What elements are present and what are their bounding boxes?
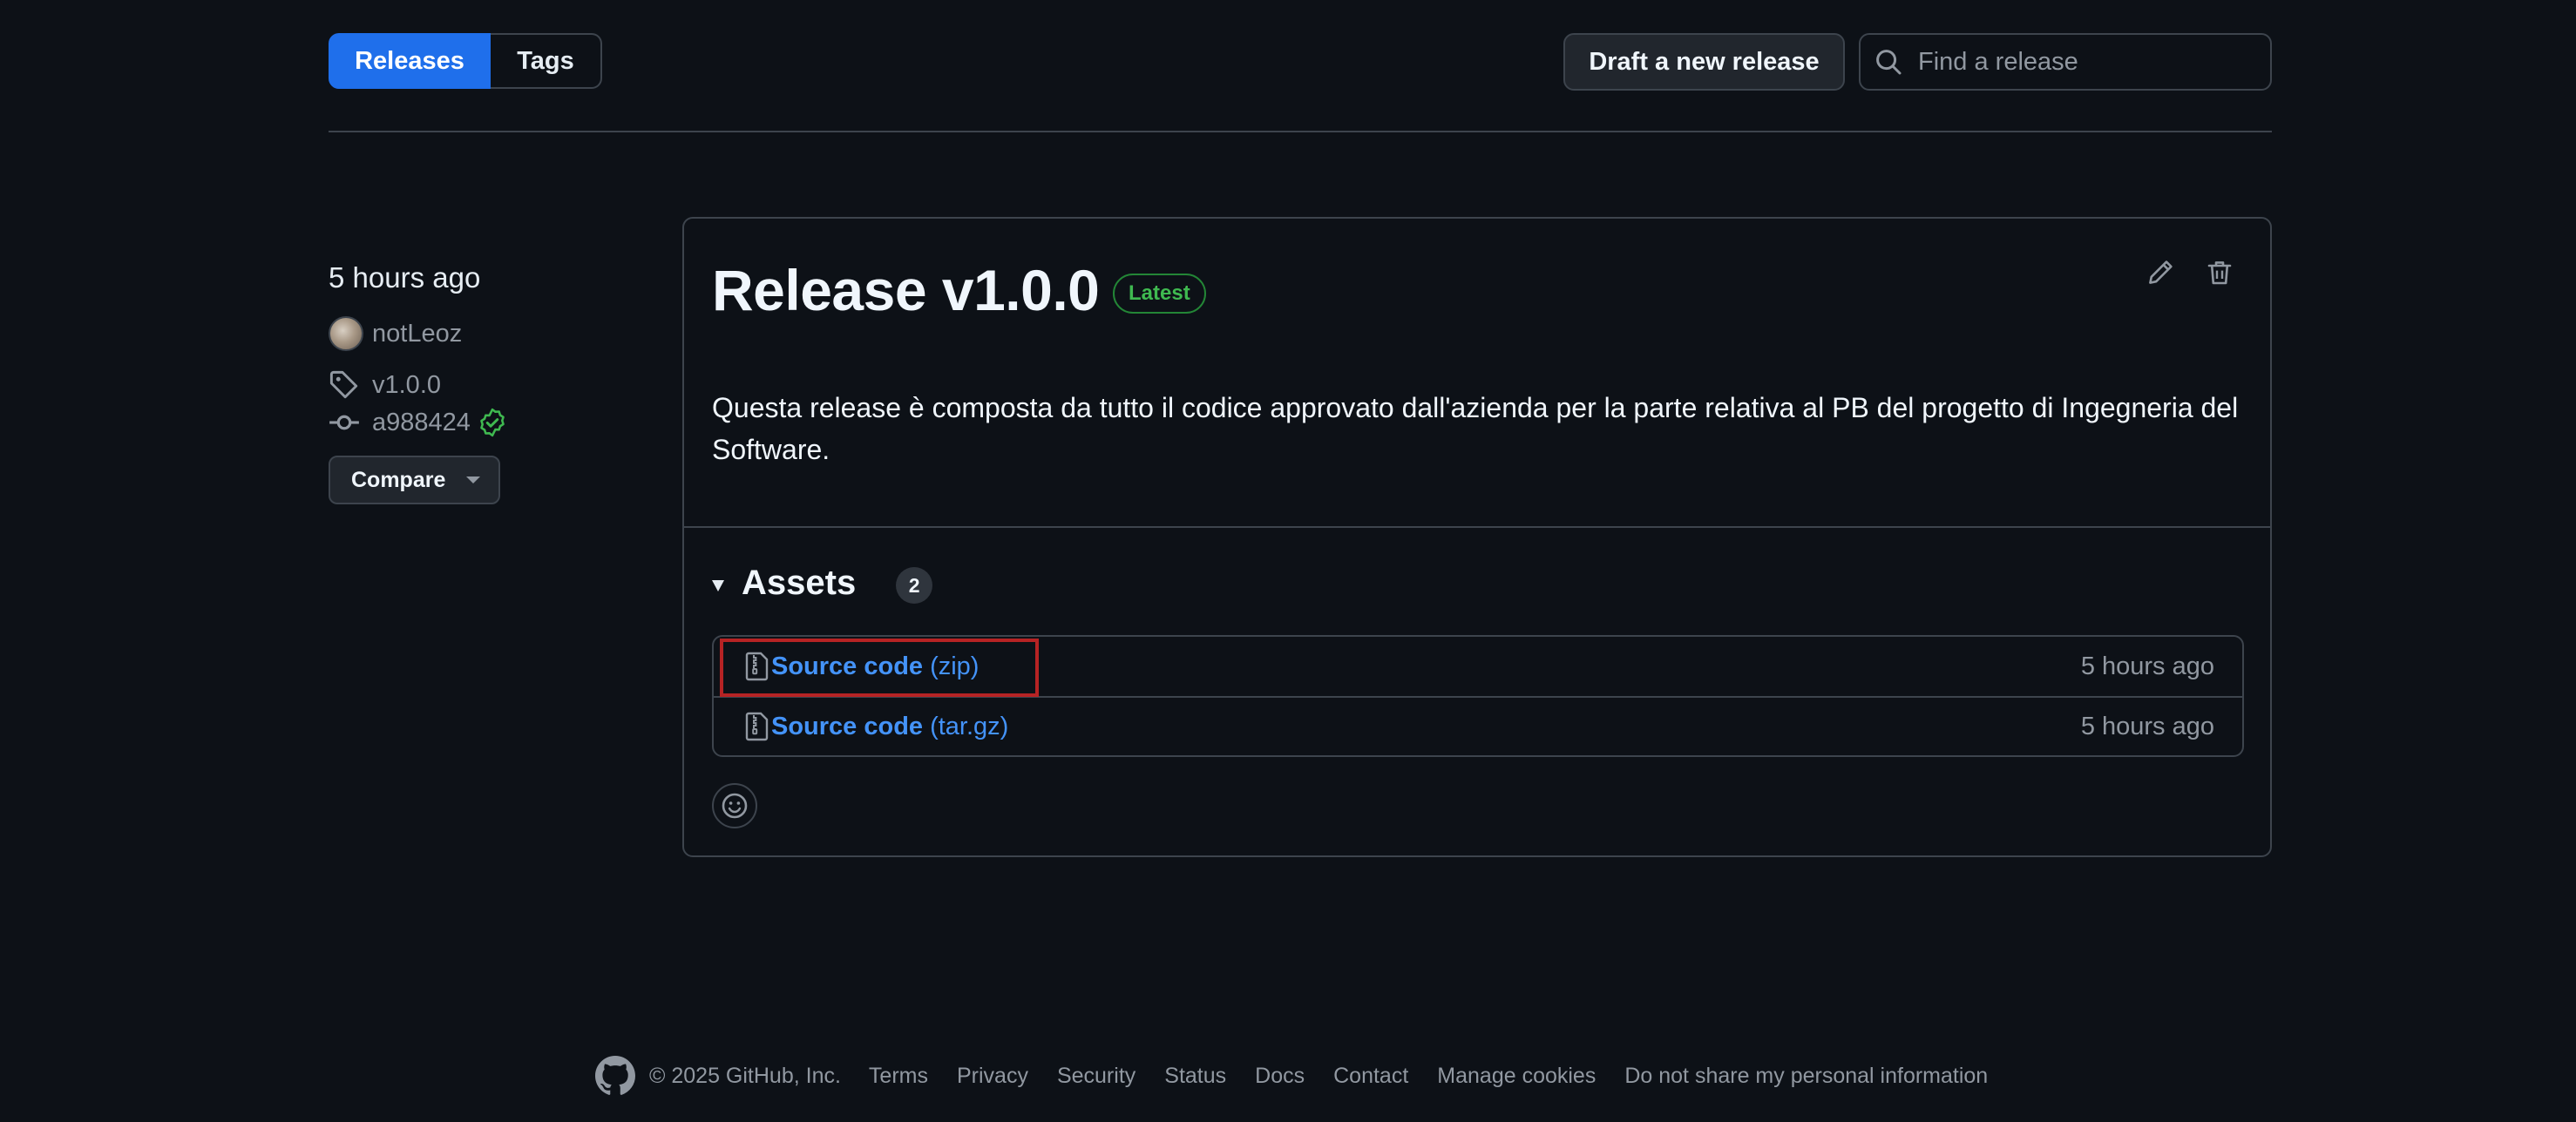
source-code-targz-link[interactable]: Source code (tar.gz) <box>745 712 1008 741</box>
footer-link-terms[interactable]: Terms <box>869 1064 928 1089</box>
source-code-zip-link[interactable]: Source code (zip) <box>745 652 979 681</box>
assets-title: Assets <box>742 563 857 602</box>
smiley-icon <box>722 793 748 819</box>
delete-release-button[interactable] <box>2199 252 2240 294</box>
footer-link-manage-cookies[interactable]: Manage cookies <box>1437 1064 1596 1089</box>
asset-ext: (zip) <box>930 652 980 680</box>
footer-link-status[interactable]: Status <box>1164 1064 1226 1089</box>
commit-icon <box>329 415 359 430</box>
latest-badge: Latest <box>1113 274 1206 314</box>
commit-sha[interactable]: a988424 <box>372 409 471 437</box>
page-footer: © 2025 GitHub, Inc. Terms Privacy Securi… <box>595 1054 2017 1098</box>
footer-link-docs[interactable]: Docs <box>1255 1064 1305 1089</box>
asset-ext: (tar.gz) <box>930 712 1009 740</box>
triangle-down-icon <box>712 579 724 591</box>
list-item: Source code (zip) 5 hours ago <box>714 637 2242 696</box>
release-commit[interactable]: a988424 <box>329 407 507 438</box>
asset-time: 5 hours ago <box>2080 712 2214 740</box>
tab-releases[interactable]: Releases <box>329 33 491 89</box>
tab-tags[interactable]: Tags <box>491 33 602 89</box>
footer-link-security[interactable]: Security <box>1057 1064 1135 1089</box>
file-zip-icon <box>745 712 769 741</box>
release-search[interactable] <box>1859 33 2272 91</box>
chevron-down-icon <box>466 477 481 483</box>
compare-label: Compare <box>351 467 446 492</box>
asset-time: 5 hours ago <box>2080 652 2214 680</box>
release-card: Release v1.0.0 Latest Questa release è c… <box>682 217 2272 857</box>
release-author[interactable]: notLeoz <box>329 316 462 351</box>
avatar <box>329 316 363 351</box>
assets-summary-toggle[interactable]: Assets 2 <box>712 562 933 604</box>
release-description: Questa release è composta da tutto il co… <box>712 392 2239 465</box>
card-divider <box>684 526 2270 528</box>
edit-release-button[interactable] <box>2139 252 2181 294</box>
footer-link-privacy[interactable]: Privacy <box>957 1064 1028 1089</box>
verified-check-icon[interactable] <box>478 408 507 437</box>
trash-icon <box>2207 261 2232 285</box>
asset-name: Source code <box>771 712 924 740</box>
assets-count-badge: 2 <box>896 567 933 604</box>
github-logo-icon[interactable] <box>595 1056 635 1096</box>
release-published-time[interactable]: 5 hours ago <box>329 261 480 294</box>
draft-new-release-button[interactable]: Draft a new release <box>1563 33 1845 91</box>
asset-name: Source code <box>771 652 924 680</box>
tag-name[interactable]: v1.0.0 <box>372 371 441 400</box>
add-reaction-button[interactable] <box>712 783 757 828</box>
pencil-icon <box>2149 260 2173 284</box>
header-divider <box>329 131 2272 132</box>
compare-dropdown-button[interactable]: Compare <box>329 456 500 504</box>
footer-link-do-not-share[interactable]: Do not share my personal information <box>1624 1064 1988 1089</box>
tag-icon <box>329 370 358 399</box>
copyright: © 2025 GitHub, Inc. <box>649 1063 841 1088</box>
search-icon <box>1876 50 1901 75</box>
release-title[interactable]: Release v1.0.0 <box>712 257 1100 323</box>
search-input[interactable] <box>1918 47 2249 77</box>
assets-list: Source code (zip) 5 hours ago Source cod… <box>712 635 2244 757</box>
list-item: Source code (tar.gz) 5 hours ago <box>714 696 2242 755</box>
releases-tags-nav: Releases Tags <box>329 33 602 89</box>
author-name[interactable]: notLeoz <box>372 320 462 348</box>
file-zip-icon <box>745 652 769 681</box>
footer-link-contact[interactable]: Contact <box>1333 1064 1408 1089</box>
release-tag[interactable]: v1.0.0 <box>329 369 441 401</box>
